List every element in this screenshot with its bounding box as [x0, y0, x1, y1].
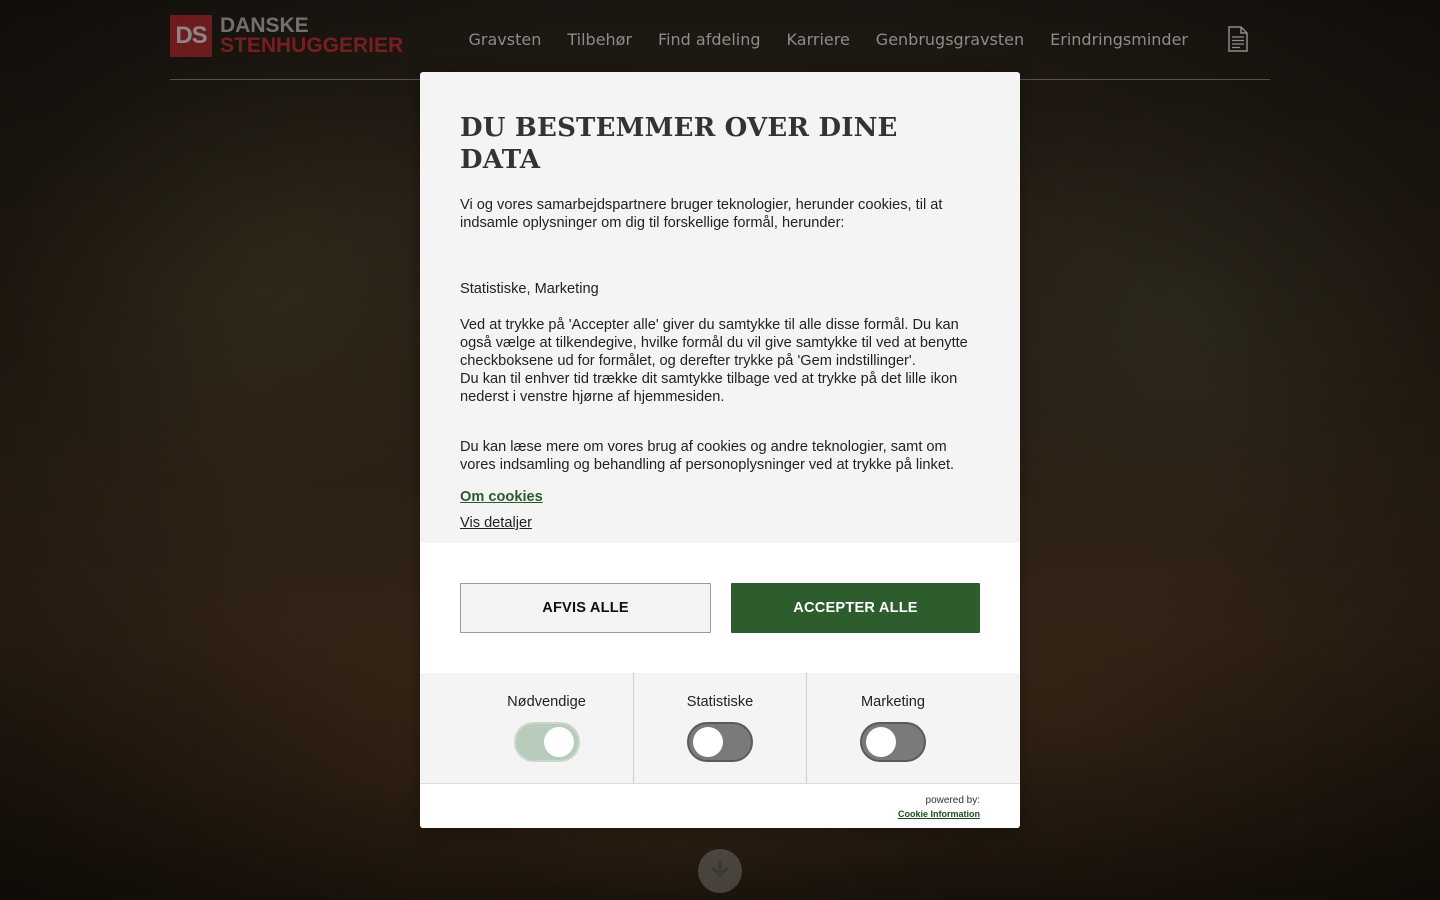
powered-by: powered by: Cookie Information	[898, 795, 980, 820]
show-details-link[interactable]: Vis detaljer	[460, 515, 980, 531]
dialog-intro-text: Vi og vores samarbejdspartnere bruger te…	[460, 197, 943, 231]
dialog-title: DU BESTEMMER OVER DINE DATA	[460, 113, 898, 175]
nav-item-gravsten[interactable]: Gravsten	[469, 30, 542, 49]
nav-item-find-afdeling[interactable]: Find afdeling	[658, 30, 761, 49]
about-cookies-link[interactable]: Om cookies	[460, 489, 543, 505]
consent-paragraph-1: Ved at trykke på 'Accepter alle' giver d…	[460, 317, 968, 369]
toggle-statistics: Statistiske	[633, 673, 806, 783]
marketing-switch[interactable]	[860, 722, 926, 762]
nav-item-tilbehor[interactable]: Tilbehør	[567, 30, 632, 49]
accept-all-button[interactable]: ACCEPTER ALLE	[731, 583, 980, 633]
scroll-down-button[interactable]	[698, 849, 742, 893]
toggle-marketing-label: Marketing	[860, 694, 926, 710]
cookie-consent-dialog: DU BESTEMMER OVER DINE DATA Vi og vores …	[420, 72, 1020, 828]
necessary-switch	[513, 722, 580, 762]
nav-item-karriere[interactable]: Karriere	[787, 30, 850, 49]
main-nav: Gravsten Tilbehør Find afdeling Karriere…	[469, 30, 1188, 49]
site-logo[interactable]: DS DANSKE STENHUGGERIER	[170, 14, 403, 58]
logo-line-2: STENHUGGERIER	[220, 34, 404, 57]
dialog-footer: powered by: Cookie Information	[420, 783, 1020, 828]
switch-knob	[866, 727, 896, 757]
switch-knob	[693, 727, 723, 757]
dialog-button-area: AFVIS ALLE ACCEPTER ALLE	[420, 543, 1020, 673]
dialog-purposes-text: Statistiske, Marketing	[460, 281, 599, 297]
switch-knob	[543, 727, 574, 757]
statistics-switch[interactable]	[687, 722, 753, 762]
toggle-necessary-label: Nødvendige	[507, 694, 586, 710]
arrow-down-icon	[709, 858, 731, 885]
toggle-marketing: Marketing	[806, 673, 979, 783]
dialog-consent-text: Ved at trykke på 'Accepter alle' giver d…	[460, 316, 980, 406]
provider-link[interactable]: Cookie Information	[898, 809, 980, 819]
powered-by-label: powered by:	[925, 795, 980, 806]
logo-line-1: DANSKE	[220, 14, 309, 37]
dialog-more-info-text: Du kan læse mere om vores brug af cookie…	[460, 439, 955, 473]
decline-all-button[interactable]: AFVIS ALLE	[460, 583, 711, 633]
consent-paragraph-2: Du kan til enhver tid trække dit samtykk…	[460, 371, 958, 405]
nav-item-erindringsminder[interactable]: Erindringsminder	[1050, 30, 1188, 49]
document-icon[interactable]	[1228, 26, 1248, 52]
consent-toggles: Nødvendige Statistiske Marketing	[420, 673, 1020, 783]
site-header: DS DANSKE STENHUGGERIER Gravsten Tilbehø…	[170, 0, 1270, 80]
dialog-body: DU BESTEMMER OVER DINE DATA Vi og vores …	[420, 72, 1020, 543]
toggle-necessary: Nødvendige	[460, 673, 633, 783]
logo-mark: DS	[170, 15, 212, 57]
toggle-statistics-label: Statistiske	[686, 694, 754, 710]
logo-text: DANSKE STENHUGGERIER	[220, 14, 404, 57]
nav-item-genbrugsgravsten[interactable]: Genbrugsgravsten	[876, 30, 1024, 49]
